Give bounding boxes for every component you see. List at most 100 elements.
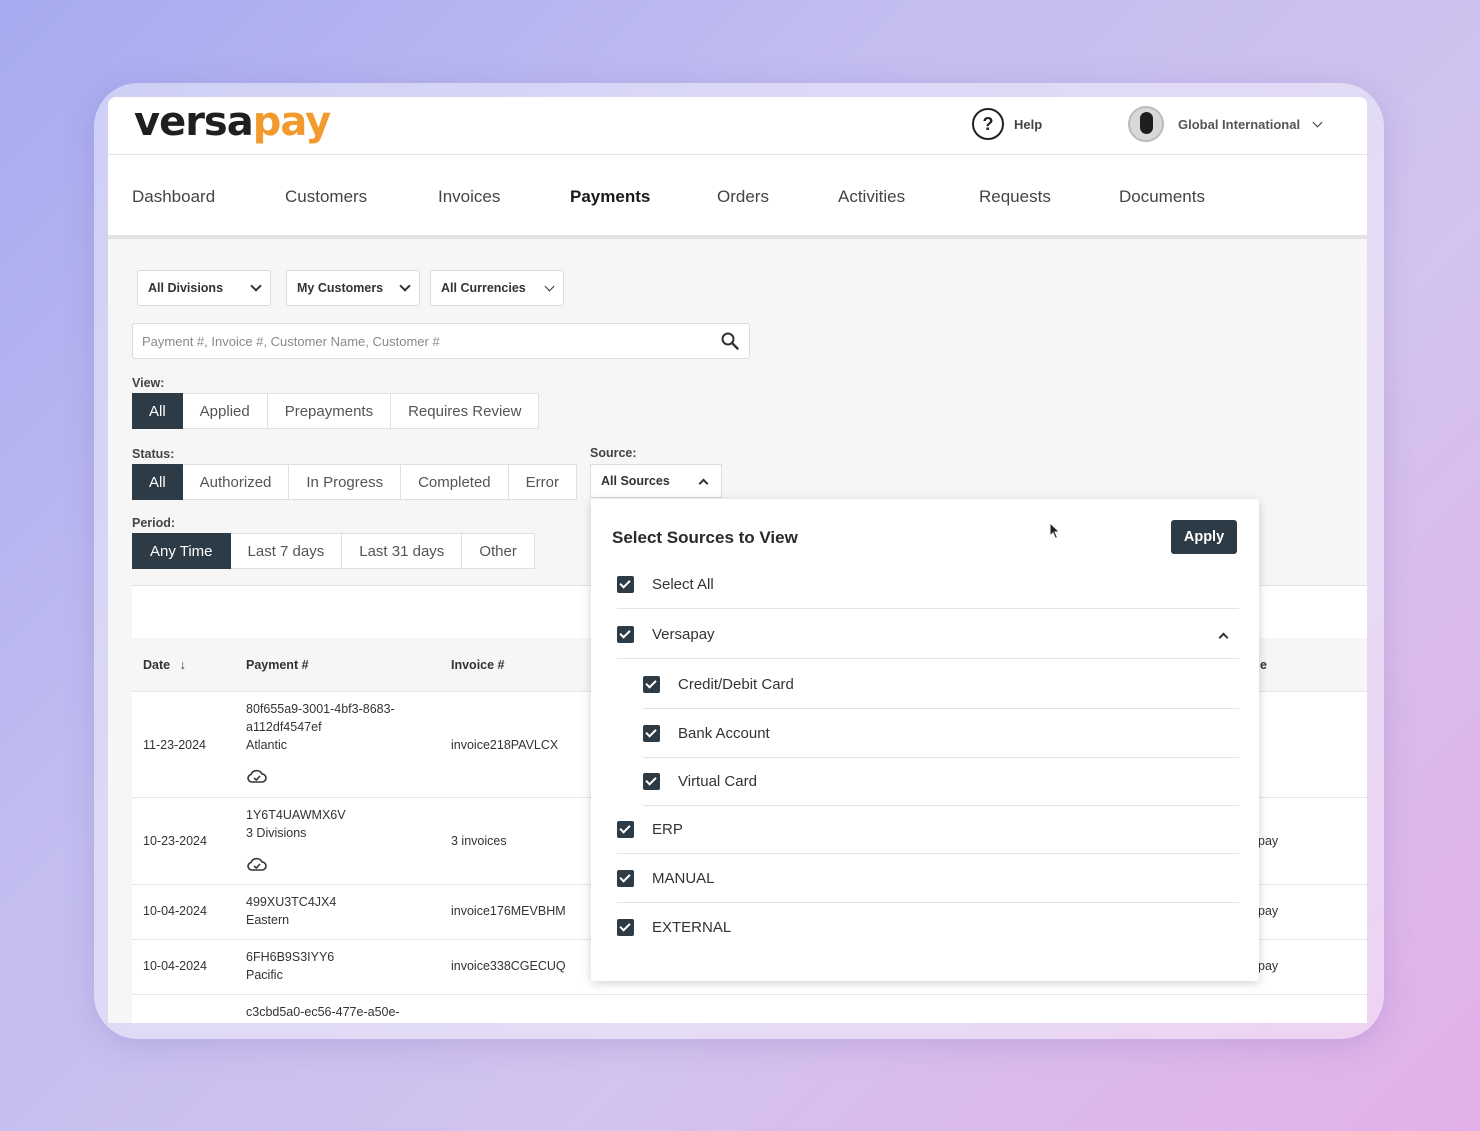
chevron-up-icon bbox=[698, 478, 709, 488]
row-payment-number[interactable]: 6FH6B9S3IYY6 bbox=[246, 948, 334, 966]
source-group-versapay[interactable]: Versapay bbox=[617, 610, 1239, 659]
option-label: Credit/Debit Card bbox=[678, 675, 794, 693]
checkbox-checked-icon[interactable] bbox=[617, 869, 634, 887]
nav-dashboard[interactable]: Dashboard bbox=[132, 187, 215, 207]
currencies-dropdown[interactable]: All Currencies bbox=[430, 270, 564, 306]
source-option-select-all[interactable]: Select All bbox=[617, 560, 1239, 609]
divisions-value: All Divisions bbox=[148, 281, 224, 295]
nav-customers[interactable]: Customers bbox=[285, 187, 367, 207]
period-option-last-7-days[interactable]: Last 7 days bbox=[230, 533, 343, 569]
checkbox-checked-icon[interactable] bbox=[643, 724, 660, 742]
nav-activities[interactable]: Activities bbox=[838, 187, 905, 207]
row-date: 10-04-2024 bbox=[143, 959, 207, 973]
source-label: Source: bbox=[590, 446, 637, 460]
search-icon[interactable] bbox=[721, 332, 739, 350]
row-payment-number[interactable]: 1Y6T4UAWMX6V bbox=[246, 806, 346, 824]
view-option-applied[interactable]: Applied bbox=[182, 393, 268, 429]
popup-title: Select Sources to View bbox=[612, 528, 798, 547]
chevron-down-icon bbox=[399, 280, 411, 292]
checkbox-checked-icon[interactable] bbox=[617, 625, 634, 643]
row-partial-value: pay bbox=[1258, 904, 1279, 918]
nav-invoices[interactable]: Invoices bbox=[438, 187, 500, 207]
chevron-down-icon bbox=[250, 280, 262, 292]
source-option-erp[interactable]: ERP bbox=[617, 805, 1239, 854]
column-header-date[interactable]: Date ↓ bbox=[143, 658, 186, 672]
help-label: Help bbox=[1014, 116, 1043, 132]
status-option-completed[interactable]: Completed bbox=[401, 464, 509, 500]
source-value: All Sources bbox=[601, 474, 670, 488]
row-payment-number[interactable]: 499XU3TC4JX4 bbox=[246, 893, 336, 911]
source-option-virtual-card[interactable]: Virtual Card bbox=[643, 757, 1239, 806]
cloud-check-icon bbox=[247, 769, 267, 783]
option-label: Versapay bbox=[652, 625, 715, 643]
avatar-icon bbox=[1128, 106, 1164, 142]
sort-down-icon: ↓ bbox=[179, 658, 186, 672]
source-option-manual[interactable]: MANUAL bbox=[617, 854, 1239, 903]
option-label: MANUAL bbox=[652, 869, 715, 887]
versapay-logo[interactable]: versapay bbox=[134, 99, 331, 145]
row-division: Eastern bbox=[246, 913, 290, 927]
row-payment-number[interactable]: 80f655a9-3001-4bf3-8683- bbox=[246, 700, 395, 718]
app-window: versapay ? Help Global International Das… bbox=[108, 97, 1367, 1023]
view-option-prepayments[interactable]: Prepayments bbox=[267, 393, 392, 429]
option-label: Bank Account bbox=[678, 724, 770, 742]
row-invoice[interactable]: 3 invoices bbox=[451, 832, 507, 850]
row-invoice[interactable]: invoice338CGECUQ bbox=[451, 957, 566, 975]
source-option-bank-account[interactable]: Bank Account bbox=[643, 709, 1239, 758]
row-payment-number[interactable]: c3cbd5a0-ec56-477e-a50e- bbox=[246, 1003, 400, 1021]
period-label: Period: bbox=[132, 516, 176, 530]
row-partial-value: pay bbox=[1258, 834, 1279, 848]
status-option-error[interactable]: Error bbox=[508, 464, 577, 500]
view-segmented-control: All Applied Prepayments Requires Review bbox=[132, 393, 540, 429]
search-input[interactable] bbox=[133, 324, 693, 358]
chevron-up-icon[interactable] bbox=[1218, 632, 1229, 643]
status-segmented-control: All Authorized In Progress Completed Err… bbox=[132, 464, 577, 500]
checkbox-checked-icon[interactable] bbox=[617, 820, 634, 838]
row-invoice[interactable]: invoice176MEVBHM bbox=[451, 902, 566, 920]
chevron-down-icon bbox=[544, 281, 555, 291]
checkbox-checked-icon[interactable] bbox=[643, 675, 660, 693]
period-option-any-time[interactable]: Any Time bbox=[132, 533, 231, 569]
row-partial-value: pay bbox=[1258, 959, 1279, 973]
column-header-partial[interactable]: e bbox=[1260, 658, 1267, 672]
view-option-all[interactable]: All bbox=[132, 393, 183, 429]
nav-orders[interactable]: Orders bbox=[717, 187, 769, 207]
row-invoice[interactable]: invoice218PAVLCX bbox=[451, 736, 558, 754]
apply-button[interactable]: Apply bbox=[1171, 520, 1237, 554]
customers-value: My Customers bbox=[297, 281, 384, 295]
row-date: 10-23-2024 bbox=[143, 834, 207, 848]
row-division: 3 Divisions bbox=[246, 826, 307, 840]
divisions-dropdown[interactable]: All Divisions bbox=[137, 270, 271, 306]
sources-popup: Select Sources to View Apply Select All … bbox=[591, 499, 1259, 981]
period-option-other[interactable]: Other bbox=[462, 533, 535, 569]
logo-text-versa: versa bbox=[134, 99, 254, 145]
column-header-payment[interactable]: Payment # bbox=[246, 658, 309, 672]
period-option-last-31-days[interactable]: Last 31 days bbox=[342, 533, 463, 569]
source-option-credit-debit-card[interactable]: Credit/Debit Card bbox=[643, 660, 1239, 709]
nav-requests[interactable]: Requests bbox=[979, 187, 1051, 207]
nav-documents[interactable]: Documents bbox=[1119, 187, 1205, 207]
status-option-all[interactable]: All bbox=[132, 464, 183, 500]
view-label: View: bbox=[132, 376, 165, 390]
status-option-authorized[interactable]: Authorized bbox=[182, 464, 290, 500]
view-option-requires-review[interactable]: Requires Review bbox=[391, 393, 540, 429]
option-label: Virtual Card bbox=[678, 772, 757, 790]
checkbox-checked-icon[interactable] bbox=[617, 919, 634, 936]
top-bar: versapay ? Help Global International bbox=[108, 97, 1367, 155]
help-button[interactable]: ? Help bbox=[972, 108, 1042, 140]
row-date: 10-04-2024 bbox=[143, 904, 207, 918]
logo-text-pay: pay bbox=[252, 99, 331, 145]
table-row[interactable]: c3cbd5a0-ec56-477e-a50e- bbox=[132, 995, 1367, 1023]
checkbox-checked-icon[interactable] bbox=[617, 575, 634, 593]
help-icon: ? bbox=[972, 108, 1004, 140]
source-option-external[interactable]: EXTERNAL bbox=[617, 903, 1239, 952]
account-menu[interactable]: Global International bbox=[1128, 106, 1323, 142]
nav-payments[interactable]: Payments bbox=[570, 187, 650, 207]
cloud-check-icon bbox=[247, 857, 267, 871]
source-dropdown[interactable]: All Sources bbox=[590, 464, 722, 498]
status-label: Status: bbox=[132, 447, 175, 461]
column-header-invoice[interactable]: Invoice # bbox=[451, 658, 505, 672]
customers-dropdown[interactable]: My Customers bbox=[286, 270, 420, 306]
checkbox-checked-icon[interactable] bbox=[643, 772, 660, 790]
status-option-in-progress[interactable]: In Progress bbox=[289, 464, 402, 500]
